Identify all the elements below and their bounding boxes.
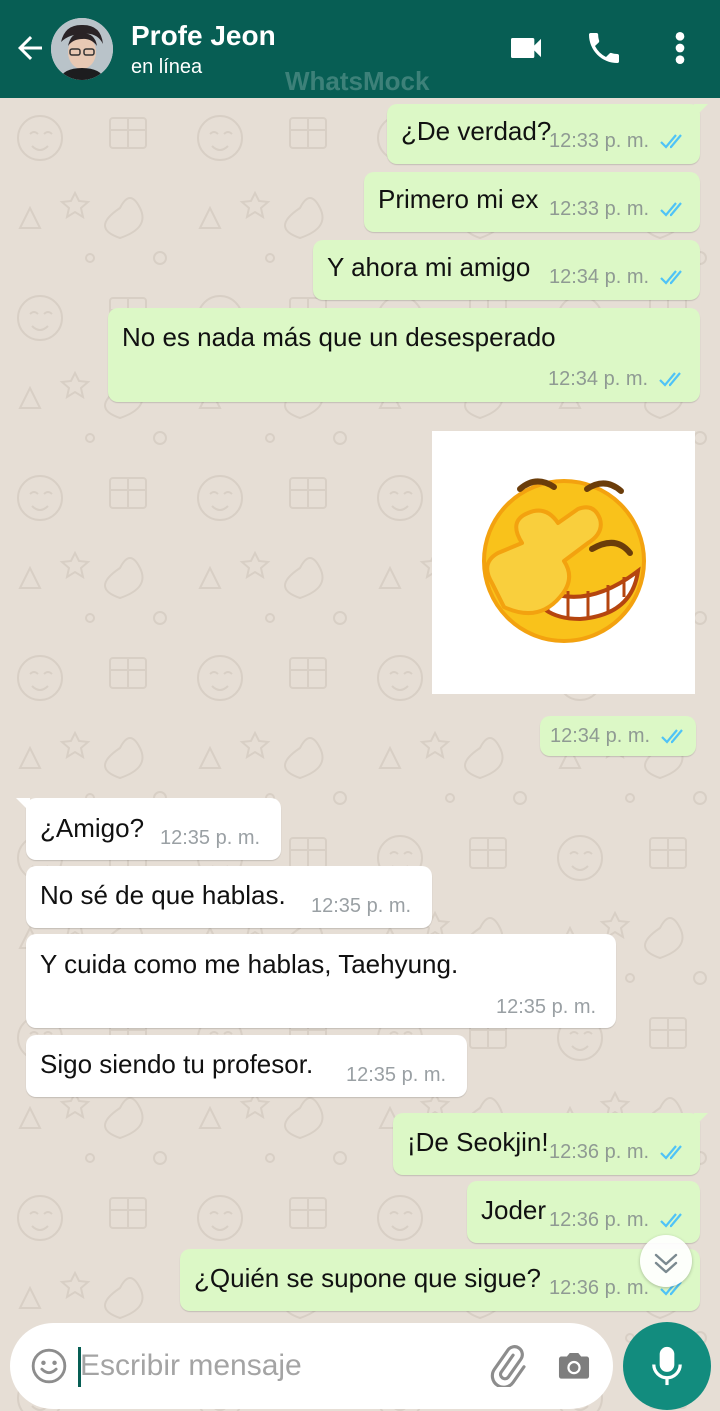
message-text: Y cuida como me hablas, Taehyung. — [40, 949, 459, 979]
bubble-tail — [694, 1113, 708, 1127]
camera-icon[interactable] — [555, 1347, 593, 1385]
message-time: 12:36 p. m. — [549, 1277, 650, 1299]
message-bubble-outgoing[interactable]: 12:34 p. m. — [540, 716, 696, 756]
message-text: ¡De Seokjin! — [407, 1127, 549, 1157]
read-ticks-icon — [661, 729, 683, 744]
scroll-down-button[interactable] — [640, 1235, 692, 1287]
facepalm-laughing-emoji-icon — [482, 478, 646, 643]
chat-header: Profe Jeon en línea WhatsMock — [0, 0, 720, 98]
contact-name[interactable]: Profe Jeon — [131, 20, 276, 52]
bubble-tail — [694, 104, 708, 118]
message-text: Primero mi ex — [378, 184, 539, 214]
message-input[interactable] — [80, 1343, 470, 1389]
voice-record-button[interactable] — [623, 1322, 711, 1410]
message-time: 12:36 p. m. — [549, 1209, 650, 1231]
message-bubble-outgoing[interactable]: Y ahora mi amigo 12:34 p. m. — [313, 240, 700, 300]
read-ticks-icon — [660, 1213, 682, 1228]
more-menu-icon[interactable] — [668, 28, 692, 68]
message-bubble-outgoing[interactable]: ¡De Seokjin! 12:36 p. m. — [393, 1113, 708, 1175]
chat-area[interactable]: ¿De verdad? 12:33 p. m. Primero mi ex 12… — [0, 98, 720, 1411]
message-bubble-incoming[interactable]: No sé de que hablas. 12:35 p. m. — [26, 866, 432, 928]
sticker-image[interactable] — [432, 431, 695, 694]
message-text: No sé de que hablas. — [40, 880, 286, 910]
scroll-down-icon — [654, 1253, 678, 1274]
message-text: ¿Amigo? — [40, 813, 145, 843]
read-ticks-icon — [660, 270, 682, 285]
message-time: 12:34 p. m. — [549, 266, 650, 288]
message-time: 12:35 p. m. — [496, 996, 597, 1018]
message-time: 12:33 p. m. — [549, 198, 650, 220]
message-time: 12:33 p. m. — [549, 130, 650, 152]
message-bubble-outgoing[interactable]: Joder 12:36 p. m. — [467, 1181, 700, 1243]
read-ticks-icon — [659, 372, 681, 387]
message-bubble-incoming[interactable]: Sigo siendo tu profesor. 12:35 p. m. — [26, 1035, 467, 1097]
emoji-icon[interactable] — [30, 1347, 68, 1385]
message-time: 12:35 p. m. — [311, 895, 412, 917]
message-time: 12:35 p. m. — [160, 827, 261, 849]
message-bubble-outgoing[interactable]: ¿Quién se supone que sigue? 12:36 p. m. — [180, 1249, 700, 1311]
read-ticks-icon — [660, 1145, 682, 1160]
watermark: WhatsMock — [285, 66, 430, 96]
message-bubble-outgoing[interactable]: ¿De verdad? 12:33 p. m. — [387, 104, 708, 164]
message-text: ¿Quién se supone que sigue? — [194, 1263, 541, 1293]
message-text: ¿De verdad? — [401, 116, 552, 146]
message-time: 12:36 p. m. — [549, 1141, 650, 1163]
message-text: Sigo siendo tu profesor. — [40, 1049, 314, 1079]
attach-icon[interactable] — [486, 1345, 528, 1387]
read-ticks-icon — [660, 134, 682, 149]
message-text: Y ahora mi amigo — [327, 252, 531, 282]
message-bubble-outgoing[interactable]: Primero mi ex 12:33 p. m. — [364, 172, 700, 232]
message-text: Joder — [481, 1195, 547, 1225]
phone-icon[interactable] — [584, 28, 624, 68]
message-time: 12:34 p. m. — [550, 725, 651, 747]
message-text: No es nada más que un desesperado — [122, 322, 556, 352]
message-time: 12:34 p. m. — [548, 368, 649, 390]
bubble-tail — [16, 798, 30, 812]
message-bubble-incoming[interactable]: ¿Amigo? 12:35 p. m. — [16, 798, 281, 860]
avatar[interactable] — [51, 18, 113, 80]
composer-bar — [10, 1323, 613, 1409]
message-time: 12:35 p. m. — [346, 1064, 447, 1086]
read-ticks-icon — [660, 202, 682, 217]
message-bubble-incoming[interactable]: Y cuida como me hablas, Taehyung. 12:35 … — [26, 934, 616, 1028]
mic-icon — [652, 1346, 682, 1386]
message-bubble-outgoing[interactable]: No es nada más que un desesperado 12:34 … — [108, 308, 700, 402]
back-arrow-icon[interactable] — [12, 30, 48, 66]
contact-status: en línea — [131, 56, 203, 78]
video-call-icon[interactable] — [506, 28, 546, 68]
